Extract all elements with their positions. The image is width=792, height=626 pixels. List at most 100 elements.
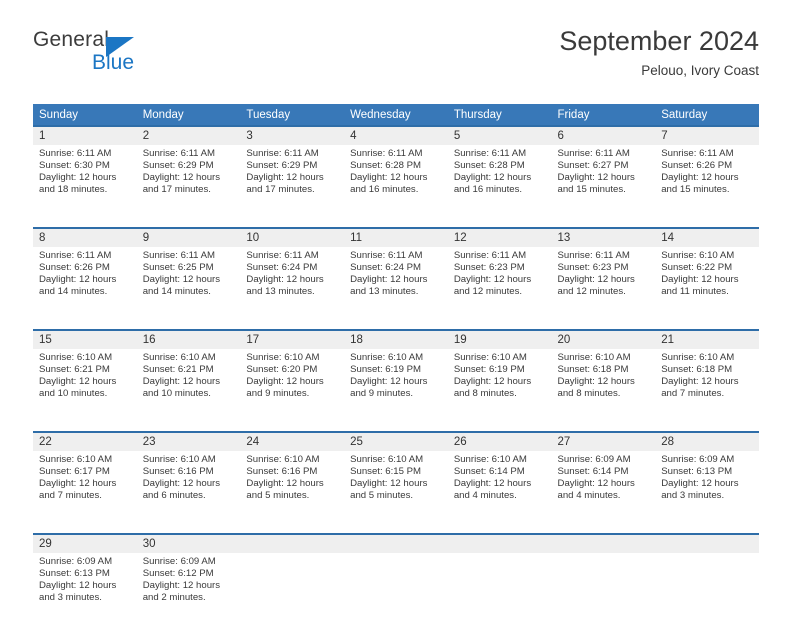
sunset-text: Sunset: 6:19 PM — [453, 363, 525, 375]
sunrise-text: Sunrise: 6:11 AM — [39, 148, 112, 159]
day-number[interactable]: 12 — [447, 227, 552, 247]
daylight-line2: and 5 minutes. — [350, 489, 414, 501]
sunset-text: Sunset: 6:23 PM — [557, 261, 629, 273]
day-number[interactable]: 7 — [655, 125, 759, 145]
day-cell[interactable]: Sunrise: 6:11 AM Sunset: 6:25 PM Dayligh… — [136, 247, 241, 320]
day-cell[interactable]: Sunrise: 6:09 AM Sunset: 6:14 PM Dayligh… — [551, 451, 656, 524]
day-cell[interactable]: Sunrise: 6:11 AM Sunset: 6:26 PM Dayligh… — [33, 247, 137, 320]
day-cell[interactable]: Sunrise: 6:09 AM Sunset: 6:13 PM Dayligh… — [33, 553, 137, 626]
week-spacer — [33, 524, 759, 534]
sunrise-text: Sunrise: 6:09 AM — [142, 556, 216, 567]
sunrise-text: Sunrise: 6:10 AM — [661, 352, 735, 363]
day-number[interactable]: 4 — [344, 125, 448, 145]
day-number[interactable]: 27 — [551, 431, 656, 451]
day-cell[interactable]: Sunrise: 6:10 AM Sunset: 6:19 PM Dayligh… — [447, 349, 552, 422]
day-number[interactable]: 15 — [33, 329, 137, 349]
daylight-line2: and 8 minutes. — [557, 387, 621, 399]
day-cell[interactable]: Sunrise: 6:11 AM Sunset: 6:29 PM Dayligh… — [240, 145, 345, 218]
day-number[interactable]: 30 — [136, 533, 241, 553]
brand-logo: General Blue — [33, 28, 233, 84]
day-number[interactable]: 24 — [240, 431, 345, 451]
day-cell[interactable]: Sunrise: 6:10 AM Sunset: 6:15 PM Dayligh… — [344, 451, 448, 524]
day-cell[interactable]: Sunrise: 6:11 AM Sunset: 6:26 PM Dayligh… — [655, 145, 759, 218]
day-number[interactable]: 20 — [551, 329, 656, 349]
day-number[interactable]: 2 — [136, 125, 241, 145]
daylight-line2: and 10 minutes. — [39, 387, 108, 399]
daylight-line2: and 7 minutes. — [661, 387, 725, 399]
sunset-text: Sunset: 6:26 PM — [39, 261, 110, 273]
daylight-line1: Daylight: 12 hours — [557, 375, 635, 387]
sunrise-text: Sunrise: 6:10 AM — [453, 352, 527, 363]
day-cell[interactable]: Sunrise: 6:10 AM Sunset: 6:16 PM Dayligh… — [136, 451, 241, 524]
day-cell[interactable]: Sunrise: 6:11 AM Sunset: 6:28 PM Dayligh… — [344, 145, 448, 218]
sunrise-text: Sunrise: 6:11 AM — [142, 148, 216, 159]
daylight-line2: and 15 minutes. — [557, 183, 626, 195]
day-number[interactable]: 29 — [33, 533, 137, 553]
day-cell[interactable]: Sunrise: 6:11 AM Sunset: 6:23 PM Dayligh… — [447, 247, 552, 320]
day-number[interactable]: 19 — [447, 329, 552, 349]
day-number[interactable]: 13 — [551, 227, 656, 247]
week-detail-row: Sunrise: 6:10 AM Sunset: 6:17 PM Dayligh… — [33, 451, 759, 524]
day-number[interactable]: 8 — [33, 227, 137, 247]
sunset-text: Sunset: 6:16 PM — [246, 465, 318, 477]
day-number[interactable]: 6 — [551, 125, 656, 145]
week-number-row: 29 30 — [33, 533, 759, 553]
day-cell[interactable]: Sunrise: 6:11 AM Sunset: 6:30 PM Dayligh… — [33, 145, 137, 218]
day-cell[interactable]: Sunrise: 6:10 AM Sunset: 6:21 PM Dayligh… — [33, 349, 137, 422]
day-number-empty — [447, 533, 552, 553]
day-number[interactable]: 23 — [136, 431, 241, 451]
day-number[interactable]: 5 — [447, 125, 552, 145]
sunset-text: Sunset: 6:15 PM — [350, 465, 422, 477]
day-number[interactable]: 14 — [655, 227, 759, 247]
day-cell[interactable]: Sunrise: 6:10 AM Sunset: 6:14 PM Dayligh… — [447, 451, 552, 524]
day-number[interactable]: 21 — [655, 329, 759, 349]
day-number[interactable]: 11 — [344, 227, 448, 247]
day-cell[interactable]: Sunrise: 6:11 AM Sunset: 6:24 PM Dayligh… — [344, 247, 448, 320]
day-number[interactable]: 10 — [240, 227, 345, 247]
daylight-line1: Daylight: 12 hours — [661, 171, 739, 183]
day-number[interactable]: 22 — [33, 431, 137, 451]
sunrise-text: Sunrise: 6:10 AM — [557, 352, 631, 363]
sunrise-text: Sunrise: 6:10 AM — [39, 352, 113, 363]
calendar-table: Sunday Monday Tuesday Wednesday Thursday… — [33, 104, 759, 626]
day-cell[interactable]: Sunrise: 6:10 AM Sunset: 6:18 PM Dayligh… — [655, 349, 759, 422]
week-detail-row: Sunrise: 6:11 AM Sunset: 6:30 PM Dayligh… — [33, 145, 759, 218]
day-cell[interactable]: Sunrise: 6:10 AM Sunset: 6:20 PM Dayligh… — [240, 349, 345, 422]
day-number[interactable]: 16 — [136, 329, 241, 349]
day-cell[interactable]: Sunrise: 6:10 AM Sunset: 6:19 PM Dayligh… — [344, 349, 448, 422]
day-cell[interactable]: Sunrise: 6:10 AM Sunset: 6:17 PM Dayligh… — [33, 451, 137, 524]
day-number[interactable]: 18 — [344, 329, 448, 349]
sunset-text: Sunset: 6:17 PM — [39, 465, 110, 477]
day-cell[interactable]: Sunrise: 6:11 AM Sunset: 6:27 PM Dayligh… — [551, 145, 656, 218]
sunrise-text: Sunrise: 6:11 AM — [453, 250, 527, 261]
day-number[interactable]: 17 — [240, 329, 345, 349]
daylight-line2: and 4 minutes. — [557, 489, 621, 501]
day-cell[interactable]: Sunrise: 6:10 AM Sunset: 6:18 PM Dayligh… — [551, 349, 656, 422]
day-cell[interactable]: Sunrise: 6:09 AM Sunset: 6:13 PM Dayligh… — [655, 451, 759, 524]
sunrise-text: Sunrise: 6:11 AM — [557, 250, 630, 261]
day-number[interactable]: 28 — [655, 431, 759, 451]
day-number[interactable]: 3 — [240, 125, 345, 145]
sunset-text: Sunset: 6:23 PM — [453, 261, 525, 273]
day-cell[interactable]: Sunrise: 6:09 AM Sunset: 6:12 PM Dayligh… — [136, 553, 241, 626]
day-number[interactable]: 9 — [136, 227, 241, 247]
daylight-line1: Daylight: 12 hours — [453, 477, 532, 489]
day-cell[interactable]: Sunrise: 6:10 AM Sunset: 6:21 PM Dayligh… — [136, 349, 241, 422]
sunrise-text: Sunrise: 6:09 AM — [661, 454, 735, 465]
day-number[interactable]: 25 — [344, 431, 448, 451]
day-cell[interactable]: Sunrise: 6:10 AM Sunset: 6:16 PM Dayligh… — [240, 451, 345, 524]
day-cell[interactable]: Sunrise: 6:11 AM Sunset: 6:28 PM Dayligh… — [447, 145, 552, 218]
daylight-line1: Daylight: 12 hours — [142, 273, 221, 285]
day-number[interactable]: 1 — [33, 125, 137, 145]
day-cell[interactable]: Sunrise: 6:11 AM Sunset: 6:24 PM Dayligh… — [240, 247, 345, 320]
daylight-line1: Daylight: 12 hours — [39, 171, 117, 183]
sunrise-text: Sunrise: 6:10 AM — [453, 454, 527, 465]
week-detail-row: Sunrise: 6:11 AM Sunset: 6:26 PM Dayligh… — [33, 247, 759, 320]
day-cell[interactable]: Sunrise: 6:11 AM Sunset: 6:23 PM Dayligh… — [551, 247, 656, 320]
daylight-line1: Daylight: 12 hours — [246, 273, 324, 285]
daylight-line1: Daylight: 12 hours — [39, 477, 117, 489]
day-number[interactable]: 26 — [447, 431, 552, 451]
day-cell[interactable]: Sunrise: 6:11 AM Sunset: 6:29 PM Dayligh… — [136, 145, 241, 218]
daylight-line1: Daylight: 12 hours — [142, 171, 221, 183]
day-cell[interactable]: Sunrise: 6:10 AM Sunset: 6:22 PM Dayligh… — [655, 247, 759, 320]
